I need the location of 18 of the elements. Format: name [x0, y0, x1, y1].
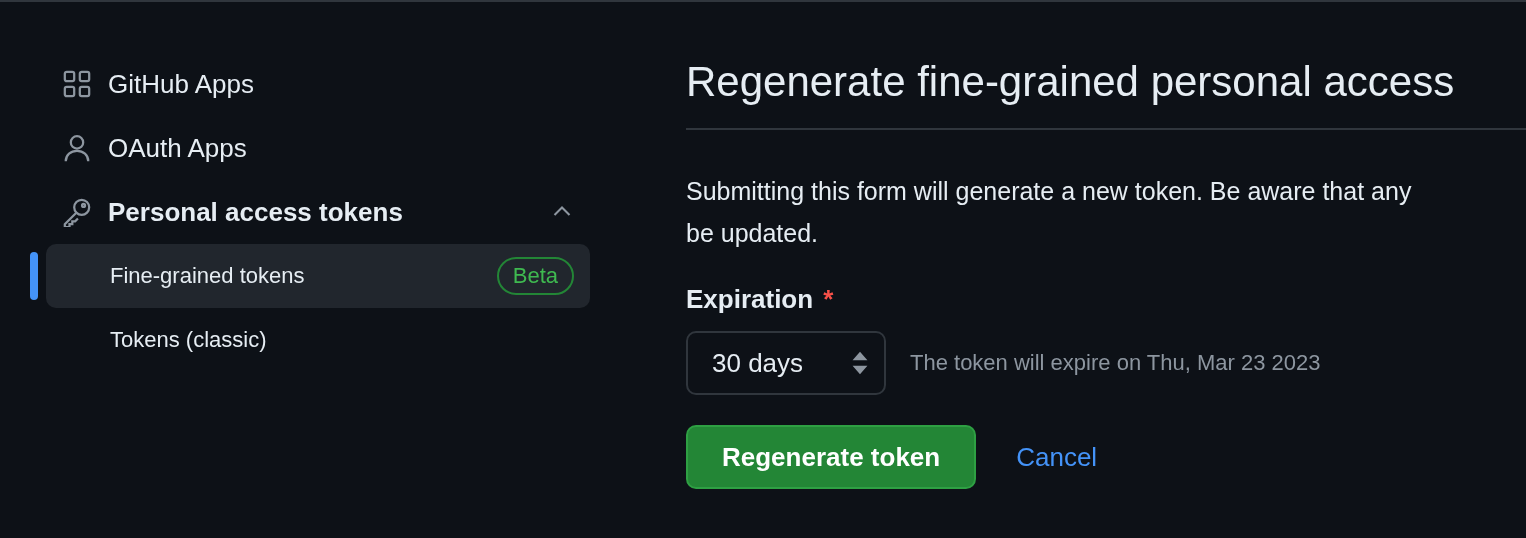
sidebar-group[interactable]: Personal access tokens	[46, 180, 590, 244]
apps-grid-icon	[62, 69, 92, 99]
field-label: Expiration	[686, 284, 814, 315]
regenerate-button[interactable]: Regenerate token	[686, 425, 977, 489]
key-icon	[62, 197, 92, 227]
sidebar-item[interactable]: OAuth Apps	[46, 116, 590, 180]
sidebar-item[interactable]: GitHub Apps	[46, 52, 590, 116]
selection-indicator	[30, 252, 38, 300]
page-heading: Regenerate fine-grained personal access	[686, 58, 1526, 130]
person-icon	[62, 133, 92, 163]
expiration-hint: The token will expire on Thu, Mar 23 2023	[910, 350, 1321, 376]
beta-badge: Beta	[496, 257, 574, 295]
sort-caret-icon	[850, 350, 870, 376]
cancel-link[interactable]: Cancel	[1016, 441, 1098, 473]
required-mark: *	[823, 284, 834, 315]
description: Submitting this form will generate a new token. Be aware that any be updated.	[686, 176, 1413, 249]
sidebar-subitem[interactable]: Tokens (classic)	[46, 308, 590, 372]
expiration-select[interactable]: 30 days	[686, 331, 886, 395]
